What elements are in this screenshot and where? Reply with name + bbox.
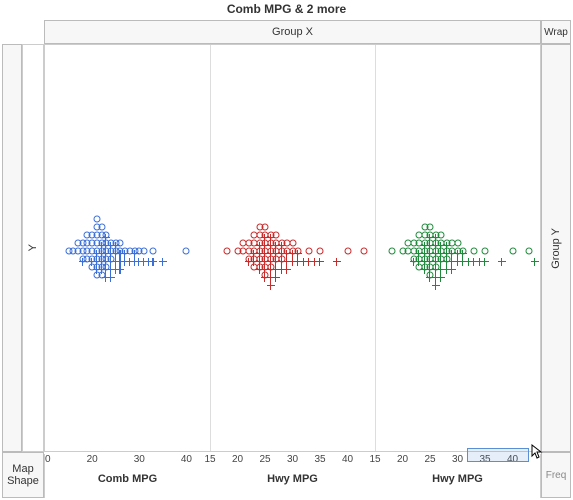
marker-plus[interactable] bbox=[459, 250, 467, 258]
marker-circle[interactable] bbox=[388, 247, 395, 254]
marker-circle[interactable] bbox=[141, 247, 148, 254]
marker-plus[interactable] bbox=[443, 242, 451, 250]
marker-plus[interactable] bbox=[107, 274, 115, 282]
freq-label: Freq bbox=[546, 470, 567, 481]
marker-plus[interactable] bbox=[498, 258, 506, 266]
marker-circle[interactable] bbox=[361, 247, 368, 254]
marker-plus[interactable] bbox=[272, 274, 280, 282]
group-x-label: Group X bbox=[272, 26, 313, 38]
cursor-icon bbox=[531, 444, 543, 460]
group-y-label: Group Y bbox=[550, 228, 562, 269]
marker-plus[interactable] bbox=[432, 282, 440, 290]
marker-plus[interactable] bbox=[79, 258, 87, 266]
marker-plus[interactable] bbox=[131, 250, 139, 258]
wrap-label: Wrap bbox=[544, 27, 568, 38]
group-x-dropzone[interactable]: Group X bbox=[44, 20, 541, 44]
marker-plus[interactable] bbox=[159, 258, 167, 266]
marker-plus[interactable] bbox=[267, 234, 275, 242]
marker-plus[interactable] bbox=[283, 266, 291, 274]
marker-circle[interactable] bbox=[427, 223, 434, 230]
marker-circle[interactable] bbox=[482, 247, 489, 254]
marker-circle[interactable] bbox=[454, 239, 461, 246]
marker-plus[interactable] bbox=[448, 266, 456, 274]
marker-circle[interactable] bbox=[98, 223, 105, 230]
marker-circle[interactable] bbox=[150, 247, 157, 254]
chart-title: Comb MPG & 2 more bbox=[0, 0, 573, 16]
marker-circle[interactable] bbox=[223, 247, 230, 254]
plot-area[interactable]: Comb MPG10203040Hwy MPG152025303540Hwy M… bbox=[44, 44, 541, 452]
marker-plus[interactable] bbox=[437, 274, 445, 282]
marker-plus[interactable] bbox=[481, 258, 489, 266]
map-label: Map bbox=[12, 463, 33, 475]
marker-plus[interactable] bbox=[531, 258, 539, 266]
marker-plus[interactable] bbox=[112, 242, 120, 250]
freq-dropzone[interactable]: Freq bbox=[541, 452, 571, 498]
marker-plus[interactable] bbox=[333, 258, 341, 266]
marker-circle[interactable] bbox=[526, 247, 533, 254]
marker-circle[interactable] bbox=[471, 247, 478, 254]
marker-circle[interactable] bbox=[183, 247, 190, 254]
marker-circle[interactable] bbox=[317, 247, 324, 254]
y-dropzone[interactable] bbox=[2, 44, 22, 452]
marker-circle[interactable] bbox=[306, 247, 313, 254]
marker-circle[interactable] bbox=[262, 223, 269, 230]
map-shape-dropzone[interactable]: Map Shape bbox=[2, 452, 44, 498]
marker-circle[interactable] bbox=[93, 215, 100, 222]
marker-plus[interactable] bbox=[149, 258, 157, 266]
group-y-dropzone[interactable]: Group Y bbox=[541, 44, 571, 452]
wrap-dropzone[interactable]: Wrap bbox=[541, 20, 571, 44]
marker-plus[interactable] bbox=[116, 266, 124, 274]
marker-plus[interactable] bbox=[267, 282, 275, 290]
y-axis-label: Y bbox=[22, 44, 44, 452]
marker-plus[interactable] bbox=[121, 250, 129, 258]
selection-rect bbox=[467, 448, 529, 462]
marker-plus[interactable] bbox=[294, 250, 302, 258]
marker-plus[interactable] bbox=[102, 234, 110, 242]
marker-circle[interactable] bbox=[344, 247, 351, 254]
marker-plus[interactable] bbox=[432, 234, 440, 242]
marker-circle[interactable] bbox=[509, 247, 516, 254]
marker-circle[interactable] bbox=[289, 239, 296, 246]
marker-plus[interactable] bbox=[278, 242, 286, 250]
shape-label: Shape bbox=[7, 475, 39, 487]
marker-plus[interactable] bbox=[316, 258, 324, 266]
